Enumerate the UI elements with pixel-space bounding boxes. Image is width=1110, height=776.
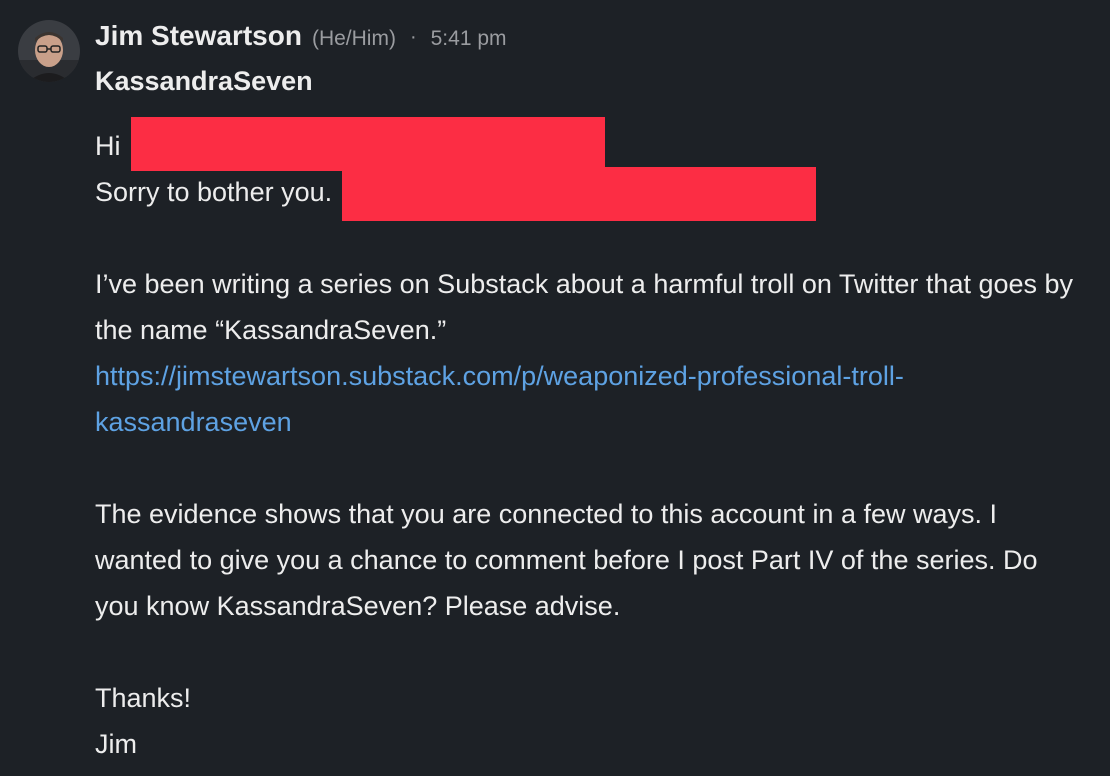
redaction-block <box>130 117 605 171</box>
link-line[interactable]: https://jimstewartson.substack.com/p/wea… <box>95 361 904 391</box>
signature-text: Jim <box>95 729 137 759</box>
message-header: Jim Stewartson (He/Him) · 5:41 pm <box>95 20 507 60</box>
message-timestamp: 5:41 pm <box>430 27 507 50</box>
message-subject: KassandraSeven <box>95 66 313 96</box>
link-line[interactable]: kassandraseven <box>95 407 292 437</box>
greeting-line: Hi <box>95 117 1085 171</box>
apology-text: Sorry to bother you. <box>95 177 333 207</box>
redaction-block <box>342 167 817 221</box>
substack-link[interactable]: https://jimstewartson.substack.com/p/wea… <box>95 353 1085 445</box>
closing-text: Thanks! <box>95 683 192 713</box>
paragraph-series: I’ve been writing a series on Substack a… <box>95 269 1074 345</box>
profile-photo-icon <box>18 20 80 82</box>
paragraph-evidence: The evidence shows that you are connecte… <box>95 499 1038 621</box>
sender-pronouns: (He/Him) <box>311 27 396 50</box>
apology-line: Sorry to bother you. <box>95 167 1085 221</box>
message-body: Hi Sorry to bother you. I’ve been writin… <box>95 117 1085 767</box>
header-separator: · <box>409 26 417 48</box>
greeting-text: Hi <box>95 131 121 161</box>
sender-avatar[interactable] <box>18 20 80 82</box>
sender-name[interactable]: Jim Stewartson <box>95 20 302 52</box>
